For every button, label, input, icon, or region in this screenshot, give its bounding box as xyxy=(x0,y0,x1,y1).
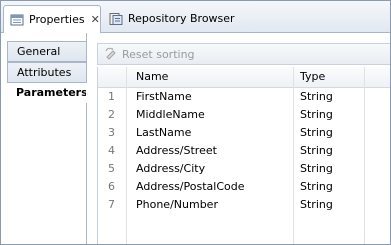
row-index: 4 xyxy=(108,144,115,157)
row-index: 7 xyxy=(108,198,115,211)
table-header: Name Type xyxy=(98,67,390,88)
side-tab-parameters-label: Parameters xyxy=(16,86,88,99)
parameters-panel: Reset sorting Name Type 1 FirstName Stri… xyxy=(97,43,390,244)
row-index: 5 xyxy=(108,162,115,175)
properties-icon xyxy=(10,13,24,27)
parameter-name: Address/Street xyxy=(136,144,217,157)
view-tab-bar: Properties ✕ Repository Browser xyxy=(1,1,390,33)
parameter-name: FirstName xyxy=(136,90,192,103)
parameter-type: String xyxy=(300,108,333,121)
parameters-table: Name Type 1 FirstName String 2 MiddleNam… xyxy=(97,67,390,244)
parameter-type: String xyxy=(300,198,333,211)
tab-repository-browser[interactable]: Repository Browser xyxy=(105,5,245,32)
parameter-name: Address/City xyxy=(136,162,206,175)
table-row[interactable]: 4 Address/Street String xyxy=(98,142,390,160)
parameter-name: MiddleName xyxy=(136,108,205,121)
close-icon[interactable]: ✕ xyxy=(91,14,100,25)
column-header-type[interactable]: Type xyxy=(300,67,325,87)
side-tab-parameters[interactable]: Parameters xyxy=(7,83,88,104)
table-row[interactable]: 1 FirstName String xyxy=(98,88,390,106)
reset-sorting-button[interactable]: Reset sorting xyxy=(122,48,195,61)
reset-sorting-icon xyxy=(104,47,118,61)
parameter-type: String xyxy=(300,144,333,157)
parameter-type: String xyxy=(300,162,333,175)
row-index: 2 xyxy=(108,108,115,121)
column-header-name[interactable]: Name xyxy=(136,67,168,87)
table-row[interactable]: 3 LastName String xyxy=(98,124,390,142)
parameter-type: String xyxy=(300,90,333,103)
parameter-type: String xyxy=(300,126,333,139)
row-index: 3 xyxy=(108,126,115,139)
tab-properties[interactable]: Properties ✕ xyxy=(3,5,101,33)
side-tab-general[interactable]: General xyxy=(7,41,87,62)
section-tabs-divider-gap xyxy=(86,83,87,103)
parameters-toolbar: Reset sorting xyxy=(97,43,390,65)
parameter-type: String xyxy=(300,180,333,193)
tab-repository-browser-label: Repository Browser xyxy=(128,12,235,25)
table-row[interactable]: 5 Address/City String xyxy=(98,160,390,178)
section-tabs-divider xyxy=(86,33,87,244)
side-tab-attributes[interactable]: Attributes xyxy=(7,62,87,83)
properties-section-tabs: General Attributes Parameters xyxy=(1,33,88,244)
side-tab-general-label: General xyxy=(17,45,61,58)
parameter-name: LastName xyxy=(136,126,192,139)
row-index: 1 xyxy=(108,90,115,103)
row-index: 6 xyxy=(108,180,115,193)
table-row[interactable]: 6 Address/PostalCode String xyxy=(98,178,390,196)
properties-view: Properties ✕ Repository Browser General … xyxy=(0,0,391,245)
parameter-name: Address/PostalCode xyxy=(136,180,245,193)
parameter-name: Phone/Number xyxy=(136,198,218,211)
table-row[interactable]: 2 MiddleName String xyxy=(98,106,390,124)
table-row[interactable]: 7 Phone/Number String xyxy=(98,196,390,214)
repository-icon xyxy=(109,12,123,26)
properties-content: General Attributes Parameters Reset sort… xyxy=(1,33,390,244)
side-tab-attributes-label: Attributes xyxy=(17,66,72,79)
tab-properties-label: Properties xyxy=(29,13,85,26)
